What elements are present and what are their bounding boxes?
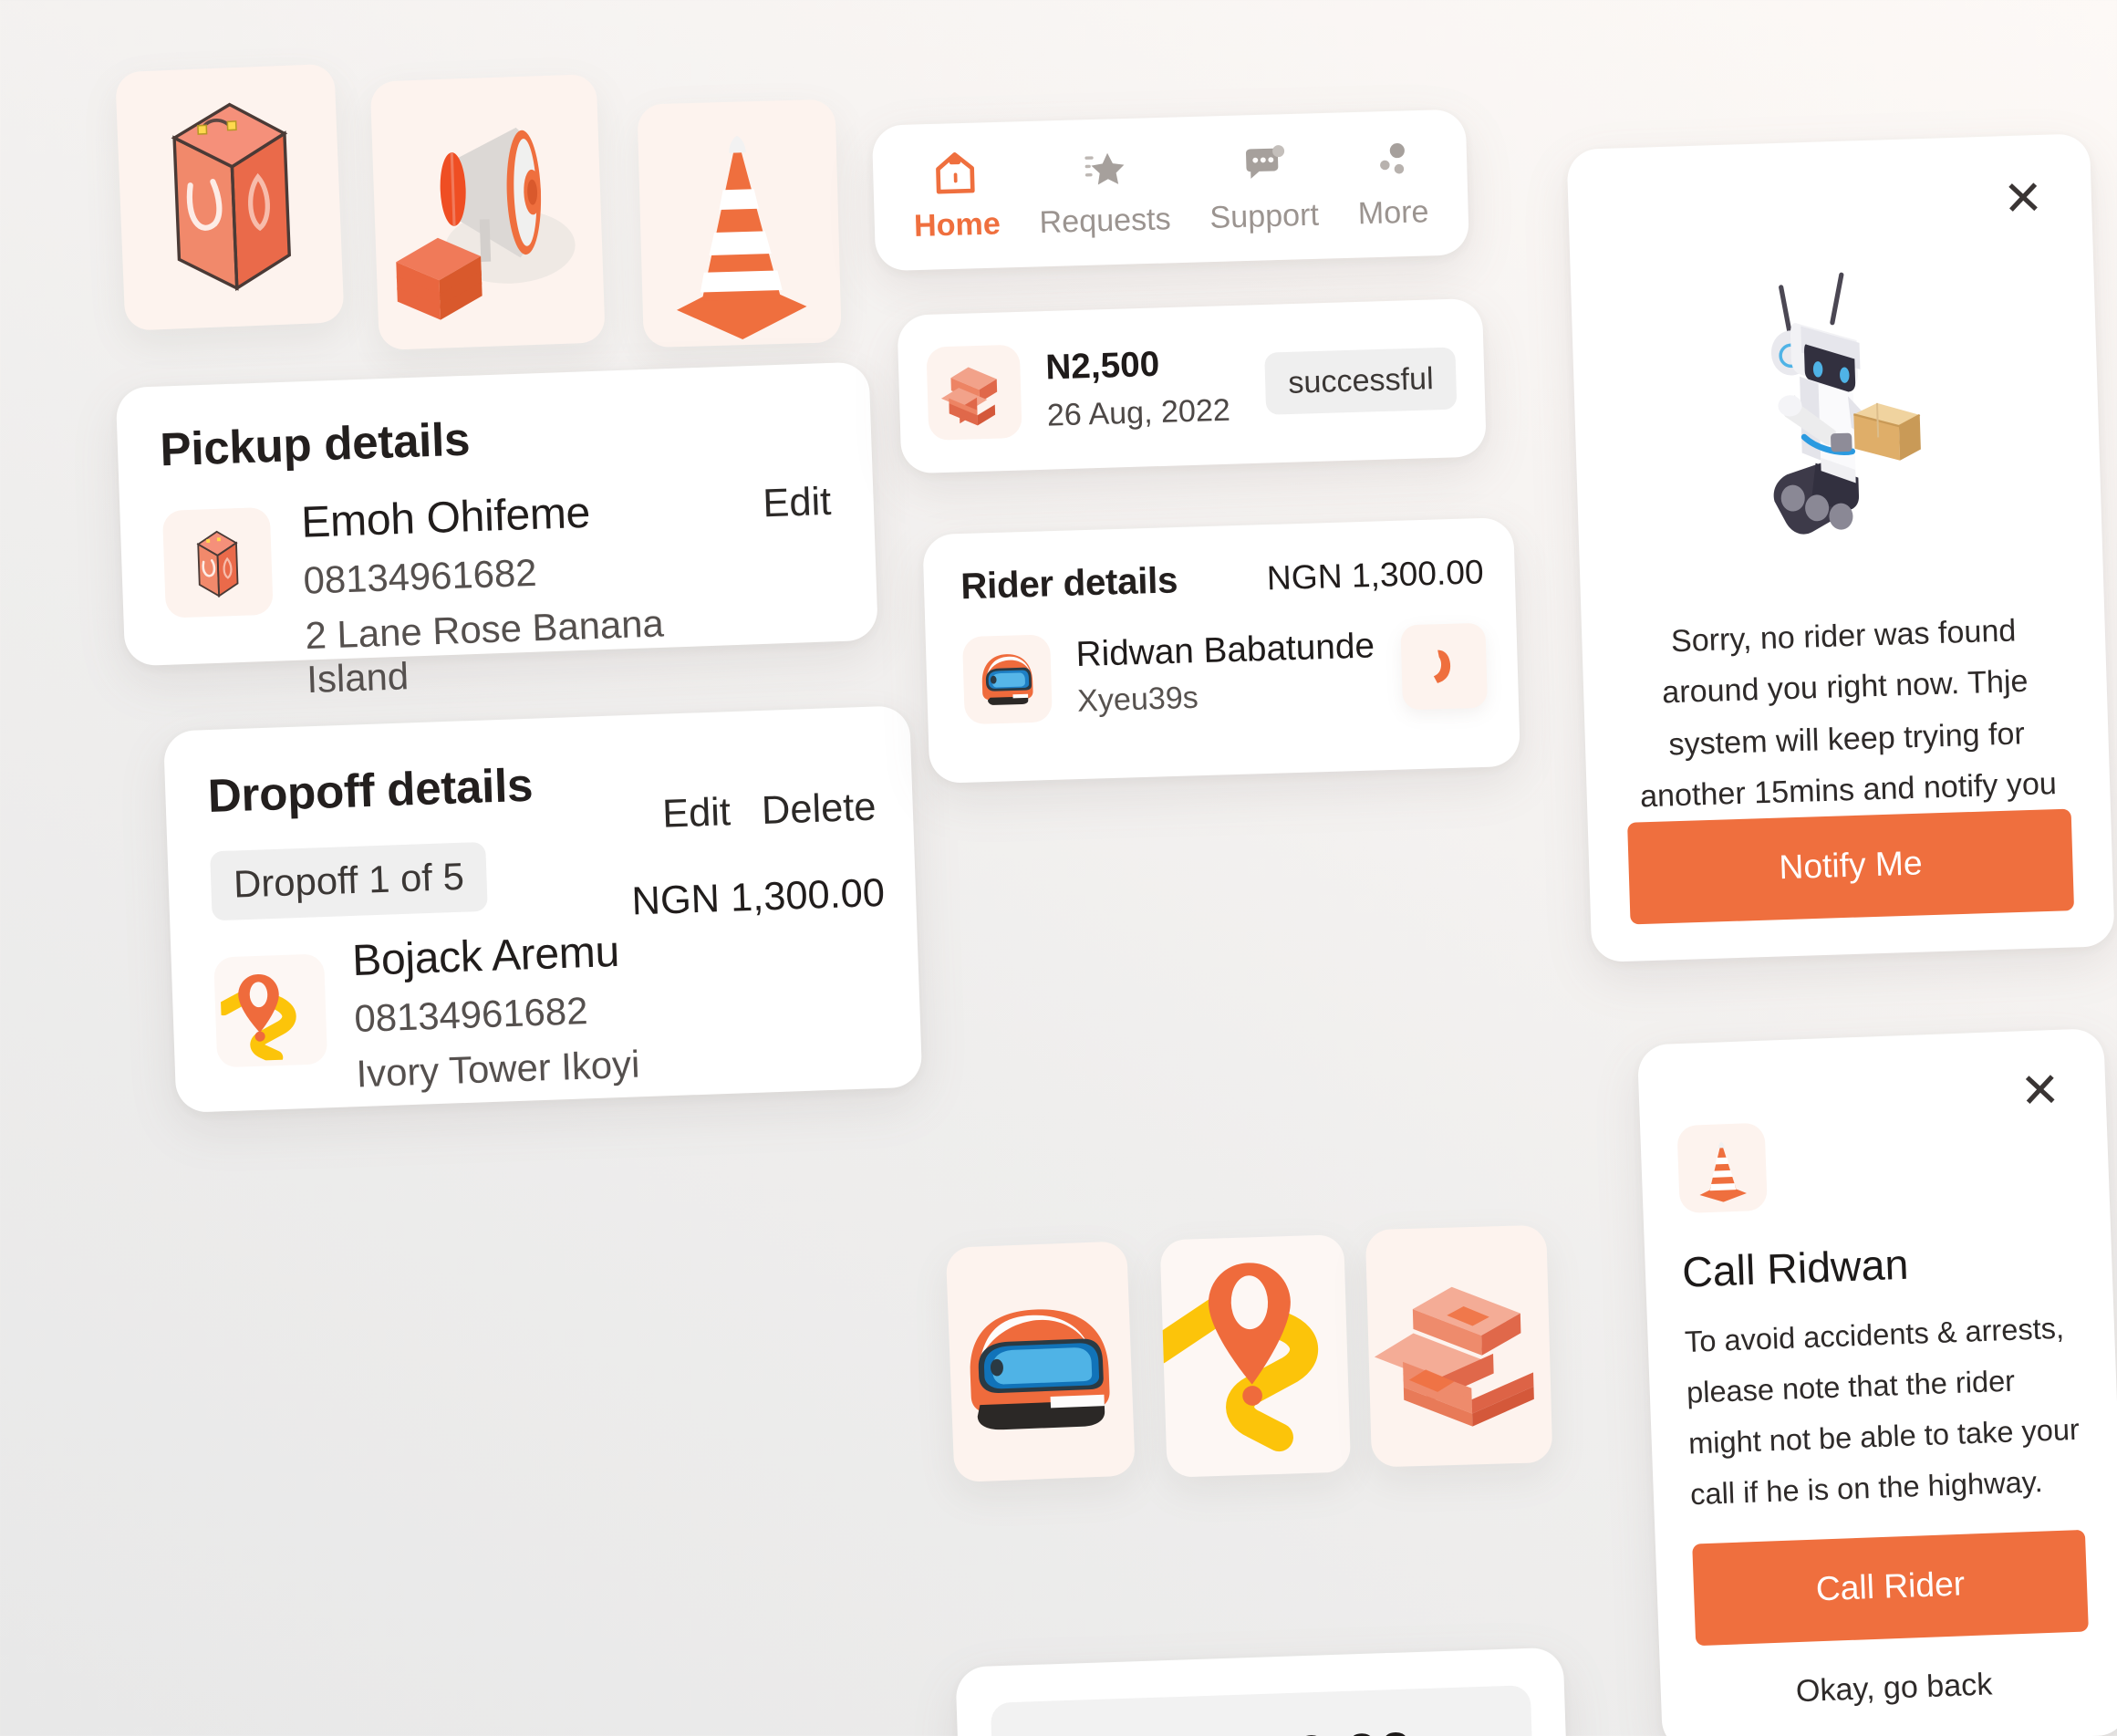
fare-total-amount: NGN 3,900.00	[1022, 1717, 1502, 1736]
traffic-cone-icon	[1699, 1141, 1747, 1202]
pickup-contact-address: 2 Lane Rose Banana Island	[304, 602, 665, 702]
call-rider-button[interactable]: Call Rider	[1692, 1529, 2089, 1647]
rider-name: Ridwan Babatunde	[1074, 626, 1375, 675]
tab-home[interactable]: Home	[912, 148, 1001, 244]
close-icon[interactable]: ✕	[1994, 172, 2053, 227]
megaphone-icon	[396, 127, 576, 320]
rider-code: Xyeu39s	[1076, 679, 1199, 719]
pickup-edit-button[interactable]: Edit	[763, 479, 832, 526]
pickup-contact-phone: 08134961682	[302, 551, 538, 602]
chat-icon	[1245, 145, 1284, 179]
dropoff-contact-phone: 08134961682	[353, 989, 589, 1041]
route-pin-illustration-tile	[1159, 1234, 1352, 1478]
transaction-card[interactable]: N2,500 26 Aug, 2022 successful	[897, 297, 1487, 474]
delivery-robot-icon	[1770, 272, 1921, 535]
rider-details-title: Rider details	[960, 558, 1178, 608]
dropoff-route-icon-tile	[213, 953, 328, 1068]
tab-home-label: Home	[913, 205, 1001, 244]
call-rider-icon-button[interactable]	[1400, 622, 1489, 711]
no-rider-message: Sorry, no rider was found around you rig…	[1639, 612, 2058, 814]
pickup-package-icon-tile	[161, 506, 274, 619]
notify-me-button[interactable]: Notify Me	[1627, 808, 2075, 925]
transaction-amount: N2,500	[1044, 343, 1160, 388]
rider-price: NGN 1,300.00	[1266, 553, 1485, 598]
helmet-illustration-tile	[945, 1241, 1136, 1483]
traffic-cone-illustration-tile	[637, 99, 842, 348]
call-modal-cone-icon-tile	[1676, 1122, 1768, 1214]
transaction-date: 26 Aug, 2022	[1046, 390, 1231, 432]
tab-requests-label: Requests	[1039, 201, 1172, 240]
call-rider-modal: ✕ Call Ridwan To avoid accidents & arres…	[1636, 1028, 2117, 1736]
cash-stack-illustration-icon	[1374, 1286, 1534, 1427]
call-modal-body: To avoid accidents & arrests, please not…	[1684, 1312, 2081, 1513]
bottom-tab-bar[interactable]: Home Requests Support More	[871, 109, 1470, 272]
dropoff-edit-button[interactable]: Edit	[661, 789, 731, 837]
no-rider-found-modal: ✕ Sorry, no rider was found around you r…	[1566, 133, 2115, 963]
transaction-status-badge: successful	[1264, 347, 1458, 415]
rider-details-card: Rider details NGN 1,300.00 Ridwan Babatu…	[922, 517, 1521, 784]
helmet-illustration-icon	[970, 1309, 1110, 1430]
package-box-icon	[196, 530, 239, 598]
cash-stack-icon	[940, 367, 998, 426]
megaphone-cash-illustration-tile	[369, 74, 606, 350]
dropoff-delete-button[interactable]: Delete	[761, 785, 877, 834]
delivery-robot-illustration	[1609, 231, 2063, 576]
dropoff-contact-address: Ivory Tower Ikoyi	[355, 1043, 641, 1096]
delivery-box-icon	[171, 102, 291, 291]
route-pin-icon	[219, 974, 296, 1062]
call-modal-title: Call Ridwan	[1681, 1242, 1910, 1297]
tab-support[interactable]: Support	[1208, 139, 1319, 236]
fare-total-panel: NGN 3,900.00 Wallet Balance : NGN 5,100.…	[990, 1685, 1537, 1736]
pickup-details-card: Pickup details Emoh Ohifeme 08134961682 …	[115, 361, 878, 701]
more-dots-icon	[1380, 143, 1405, 174]
tab-requests[interactable]: Requests	[1037, 143, 1171, 242]
delivery-box-illustration-tile	[115, 63, 345, 331]
cash-stack-illustration-tile	[1365, 1224, 1553, 1468]
phone-icon	[1433, 650, 1451, 683]
tab-more-label: More	[1357, 193, 1429, 232]
dropoff-price: NGN 1,300.00	[630, 870, 886, 923]
close-icon[interactable]: ✕	[2010, 1064, 2070, 1119]
dropoff-counter-badge: Dropoff 1 of 5	[210, 841, 488, 921]
fare-summary-card: NGN 3,900.00 Wallet Balance : NGN 5,100.…	[955, 1647, 1576, 1736]
rider-helmet-icon-tile	[961, 634, 1053, 725]
pickup-title: Pickup details	[159, 412, 471, 476]
transaction-cash-icon-tile	[926, 344, 1022, 441]
star-icon	[1084, 152, 1125, 185]
route-pin-illustration-icon	[1159, 1263, 1319, 1452]
traffic-cone-icon	[676, 135, 807, 339]
home-icon	[936, 152, 976, 194]
tab-more[interactable]: More	[1355, 136, 1429, 233]
tab-support-label: Support	[1209, 196, 1320, 235]
okay-go-back-button[interactable]: Okay, go back	[1697, 1662, 2091, 1713]
helmet-icon	[981, 654, 1033, 705]
pickup-contact-name: Emoh Ohifeme	[300, 487, 591, 547]
dropoff-details-card: Dropoff details Dropoff 1 of 5 Edit Dele…	[162, 705, 923, 1114]
dropoff-contact-name: Bojack Aremu	[351, 926, 620, 985]
